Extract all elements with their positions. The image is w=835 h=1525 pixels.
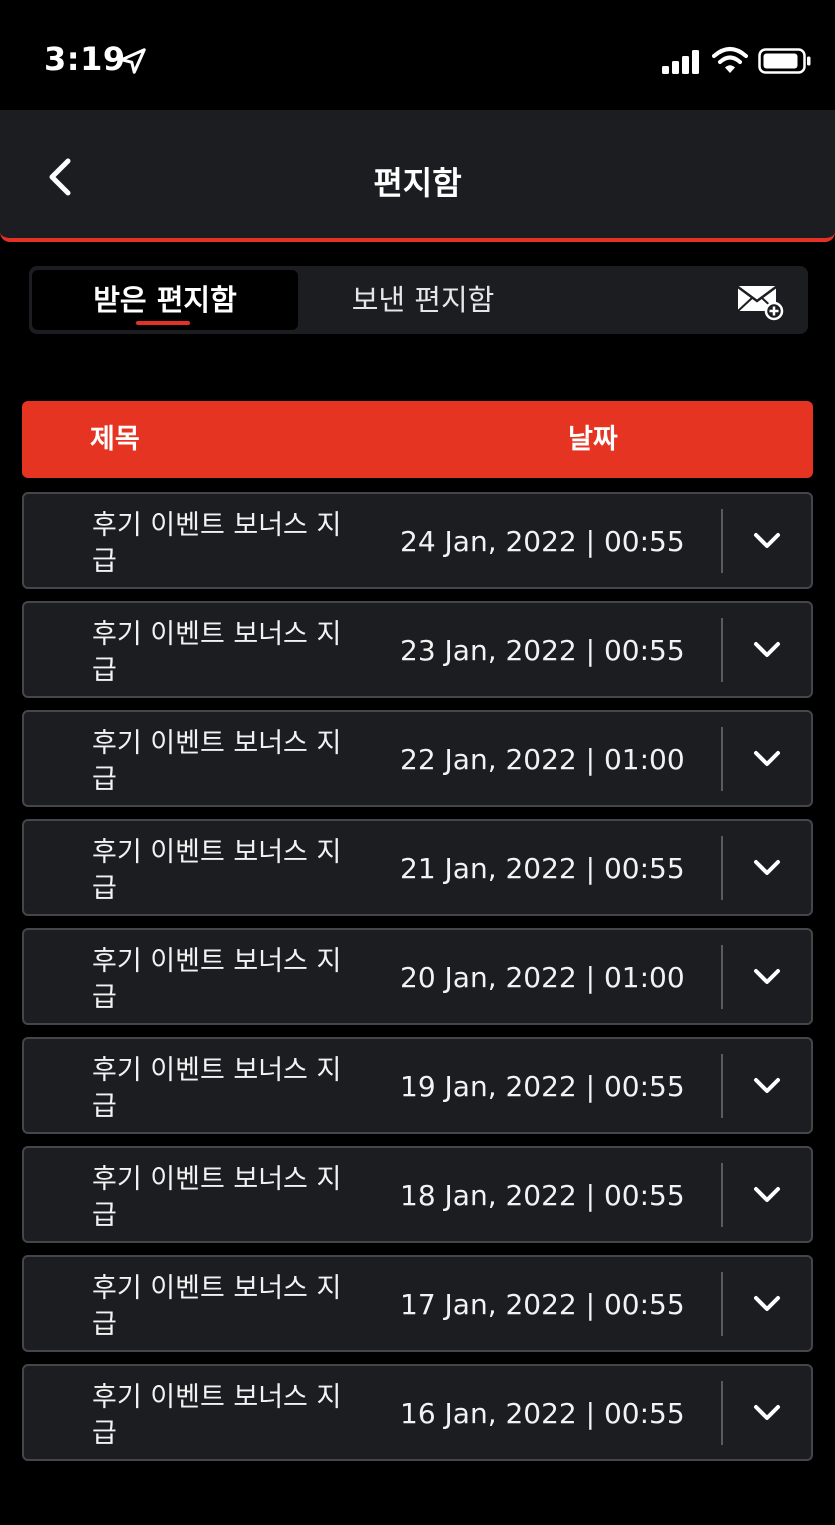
- table-row[interactable]: 후기 이벤트 보너스 지급 19 Jan, 2022 | 00:55: [22, 1037, 813, 1134]
- row-date: 18 Jan, 2022 | 00:55: [400, 1179, 685, 1212]
- row-subject: 후기 이벤트 보너스 지급: [92, 728, 342, 795]
- expand-button[interactable]: [742, 738, 792, 780]
- row-date: 23 Jan, 2022 | 00:55: [400, 634, 685, 667]
- table-row[interactable]: 후기 이벤트 보너스 지급 23 Jan, 2022 | 00:55: [22, 601, 813, 698]
- expand-button[interactable]: [742, 1392, 792, 1434]
- app-header: 편지함: [0, 110, 835, 242]
- row-date: 22 Jan, 2022 | 01:00: [400, 743, 685, 776]
- battery-icon: [758, 48, 811, 74]
- row-divider: [721, 945, 723, 1009]
- row-divider: [721, 618, 723, 682]
- chevron-down-icon: [754, 1187, 780, 1202]
- row-subject: 후기 이벤트 보너스 지급: [92, 510, 342, 577]
- tab-sent-label: 보낸 편지함: [351, 283, 495, 317]
- column-header-date: 날짜: [568, 424, 618, 455]
- table-row[interactable]: 후기 이벤트 보너스 지급 20 Jan, 2022 | 01:00: [22, 928, 813, 1025]
- row-date: 16 Jan, 2022 | 00:55: [400, 1397, 685, 1430]
- page-title: 편지함: [373, 164, 462, 202]
- row-subject: 후기 이벤트 보너스 지급: [92, 837, 342, 904]
- status-time: 3:19: [44, 40, 126, 78]
- row-divider: [721, 509, 723, 573]
- location-arrow-icon: [120, 48, 146, 74]
- chevron-down-icon: [754, 642, 780, 657]
- chevron-down-icon: [754, 1405, 780, 1420]
- mailbox-tab-bar: 받은 편지함 보낸 편지함: [29, 266, 808, 334]
- expand-button[interactable]: [742, 1065, 792, 1107]
- row-divider: [721, 1054, 723, 1118]
- compose-mail-button[interactable]: [736, 281, 786, 321]
- chevron-down-icon: [754, 1296, 780, 1311]
- expand-button[interactable]: [742, 1283, 792, 1325]
- chevron-down-icon: [754, 1078, 780, 1093]
- expand-button[interactable]: [742, 629, 792, 671]
- chevron-down-icon: [754, 860, 780, 875]
- row-divider: [721, 1381, 723, 1445]
- row-subject: 후기 이벤트 보너스 지급: [92, 1055, 342, 1122]
- row-divider: [721, 1272, 723, 1336]
- chevron-down-icon: [754, 751, 780, 766]
- tab-inbox-label: 받은 편지함: [93, 283, 237, 317]
- row-divider: [721, 727, 723, 791]
- wifi-icon: [712, 47, 748, 73]
- table-row[interactable]: 후기 이벤트 보너스 지급 18 Jan, 2022 | 00:55: [22, 1146, 813, 1243]
- row-subject: 후기 이벤트 보너스 지급: [92, 1164, 342, 1231]
- table-row[interactable]: 후기 이벤트 보너스 지급 17 Jan, 2022 | 00:55: [22, 1255, 813, 1352]
- chevron-down-icon: [754, 533, 780, 548]
- row-date: 24 Jan, 2022 | 00:55: [400, 525, 685, 558]
- status-bar: 3:19: [0, 0, 835, 110]
- row-divider: [721, 1163, 723, 1227]
- row-date: 21 Jan, 2022 | 00:55: [400, 852, 685, 885]
- tab-sent[interactable]: 보낸 편지함: [298, 270, 548, 330]
- active-tab-indicator: [136, 321, 190, 325]
- chevron-down-icon: [754, 969, 780, 984]
- expand-button[interactable]: [742, 520, 792, 562]
- row-subject: 후기 이벤트 보너스 지급: [92, 1382, 342, 1449]
- table-row[interactable]: 후기 이벤트 보너스 지급 16 Jan, 2022 | 00:55: [22, 1364, 813, 1461]
- table-header: 제목 날짜: [22, 401, 813, 478]
- row-subject: 후기 이벤트 보너스 지급: [92, 946, 342, 1013]
- row-subject: 후기 이벤트 보너스 지급: [92, 1273, 342, 1340]
- table-row[interactable]: 후기 이벤트 보너스 지급 21 Jan, 2022 | 00:55: [22, 819, 813, 916]
- table-row[interactable]: 후기 이벤트 보너스 지급 22 Jan, 2022 | 01:00: [22, 710, 813, 807]
- expand-button[interactable]: [742, 1174, 792, 1216]
- expand-button[interactable]: [742, 847, 792, 889]
- column-header-subject: 제목: [90, 424, 140, 455]
- compose-mail-icon: [737, 285, 784, 321]
- tab-inbox[interactable]: 받은 편지함: [32, 270, 298, 330]
- expand-button[interactable]: [742, 956, 792, 998]
- row-subject: 후기 이벤트 보너스 지급: [92, 619, 342, 686]
- cellular-signal-icon: [662, 50, 699, 74]
- table-row[interactable]: 후기 이벤트 보너스 지급 24 Jan, 2022 | 00:55: [22, 492, 813, 589]
- row-date: 20 Jan, 2022 | 01:00: [400, 961, 685, 994]
- row-date: 17 Jan, 2022 | 00:55: [400, 1288, 685, 1321]
- row-divider: [721, 836, 723, 900]
- row-date: 19 Jan, 2022 | 00:55: [400, 1070, 685, 1103]
